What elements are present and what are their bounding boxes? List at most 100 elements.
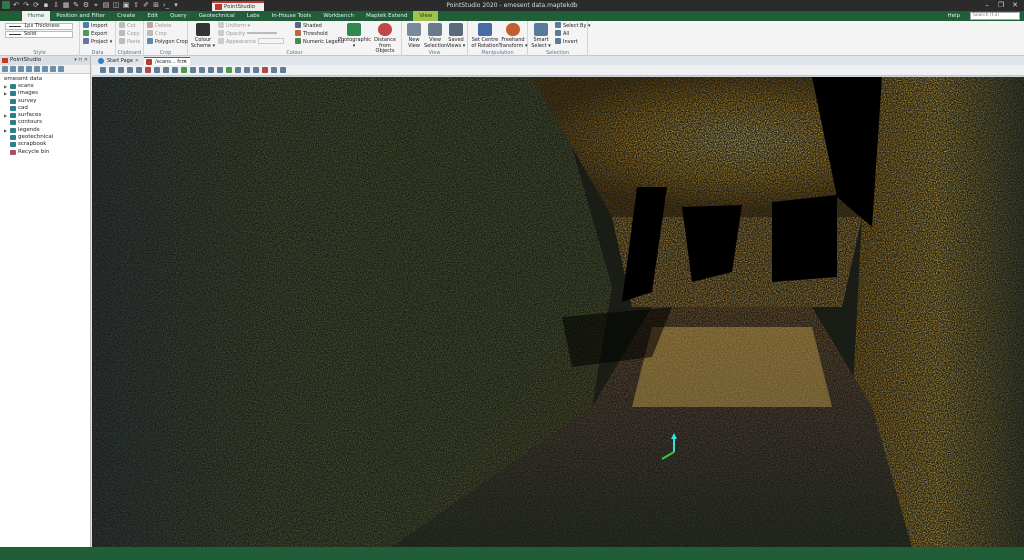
layers-icon[interactable]: ▣: [122, 1, 130, 9]
search-input[interactable]: Search (F3): [970, 12, 1020, 20]
close-button[interactable]: ✕: [1008, 0, 1022, 11]
select-by-button[interactable]: Select By ▾: [555, 22, 591, 30]
record-icon[interactable]: [262, 67, 268, 73]
chart-icon[interactable]: ▤: [102, 1, 110, 9]
navigate-icon[interactable]: [100, 67, 106, 73]
code-icon[interactable]: ›_: [162, 1, 170, 9]
zoom-icon[interactable]: [127, 67, 133, 73]
undo-icon[interactable]: ↶: [12, 1, 20, 9]
tab-view[interactable]: View: [413, 11, 439, 21]
tab-home[interactable]: Home: [22, 11, 51, 21]
3d-viewport[interactable]: [92, 77, 1024, 547]
appearance-select[interactable]: Appearance: [218, 38, 284, 46]
tree-item-legends[interactable]: ▶ legends: [0, 127, 90, 134]
saved-views-button[interactable]: Saved Views ▾: [445, 23, 467, 49]
view-front-icon[interactable]: [163, 67, 169, 73]
clip-icon[interactable]: [190, 67, 196, 73]
stop-icon[interactable]: [145, 67, 151, 73]
new-view-button[interactable]: New View: [403, 23, 425, 49]
filter-icon[interactable]: [2, 66, 8, 72]
export-icon[interactable]: ⇧: [132, 1, 140, 9]
tab-in-house-tools[interactable]: In-House Tools: [266, 11, 318, 21]
show-icon[interactable]: [42, 66, 48, 72]
redo-icon[interactable]: ↷: [22, 1, 30, 9]
freehand-transform-button[interactable]: Freehand Transform ▾: [498, 23, 528, 49]
refresh-icon[interactable]: [50, 66, 56, 72]
hide-icon[interactable]: [34, 66, 40, 72]
view-selection-button[interactable]: View Selection: [424, 23, 447, 49]
help-button[interactable]: Help: [947, 11, 960, 21]
zoom-extents-icon[interactable]: [136, 67, 142, 73]
colour-scheme-button[interactable]: Colour Scheme ▾: [190, 23, 216, 49]
close-tab-icon[interactable]: ✕: [183, 58, 187, 66]
tree-item-survey[interactable]: survey: [0, 98, 90, 105]
tools-icon[interactable]: ✎: [72, 1, 80, 9]
expand-icon[interactable]: [18, 66, 24, 72]
dropdown-chevron-icon[interactable]: ▾: [172, 1, 180, 9]
select-all-button[interactable]: All: [555, 30, 569, 38]
settings-icon[interactable]: ⚙: [82, 1, 90, 9]
tree-item-contours[interactable]: contours: [0, 119, 90, 126]
app-logo-icon[interactable]: [2, 1, 10, 9]
close-tab-icon[interactable]: ✕: [135, 57, 139, 65]
numeric-legend-button[interactable]: Numeric Legend: [295, 38, 344, 46]
tree-item-scans[interactable]: ▶ scans: [0, 83, 90, 90]
select-icon[interactable]: [10, 66, 16, 72]
scale-bar-icon[interactable]: [244, 67, 250, 73]
expand-arrow-icon[interactable]: ▶: [4, 112, 7, 119]
tab-labs[interactable]: Labs: [241, 11, 266, 21]
import-button[interactable]: Import: [83, 22, 108, 30]
capture-icon[interactable]: ◫: [112, 1, 120, 9]
set-centre-of-rotation-button[interactable]: Set Centre of Rotation: [470, 23, 500, 49]
panel-controls[interactable]: ▾ ⊓ ✕: [74, 56, 88, 65]
tab-query[interactable]: Query: [164, 11, 193, 21]
opacity-slider[interactable]: Opacity: [218, 30, 277, 38]
measure-icon[interactable]: [208, 67, 214, 73]
view-side-icon[interactable]: [172, 67, 178, 73]
delete-button[interactable]: Delete: [147, 22, 171, 30]
line-style-select[interactable]: Solid: [5, 31, 73, 38]
tab-position-and-filter[interactable]: Position and Filter: [50, 11, 111, 21]
tree-item-images[interactable]: ▶ images: [0, 90, 90, 97]
copy-button[interactable]: Copy: [119, 30, 140, 38]
expand-arrow-icon[interactable]: ▶: [4, 90, 7, 97]
fly-icon[interactable]: [280, 67, 286, 73]
photographic-button[interactable]: Photographic ▾: [338, 23, 371, 49]
maximize-button[interactable]: ❐: [994, 0, 1008, 11]
background-icon[interactable]: [253, 67, 259, 73]
perspective-icon[interactable]: [181, 67, 187, 73]
collapse-icon[interactable]: [26, 66, 32, 72]
expand-arrow-icon[interactable]: ▶: [4, 127, 7, 134]
minimize-button[interactable]: –: [980, 0, 994, 11]
tab-scan-view[interactable]: /scans... fcm ✕: [144, 57, 190, 65]
grid-icon[interactable]: [226, 67, 232, 73]
tree-item-geotechnical[interactable]: geotechnical: [0, 134, 90, 141]
pan-icon[interactable]: [118, 67, 124, 73]
measure-icon[interactable]: ⌖: [92, 1, 100, 9]
refresh-icon[interactable]: ⟳: [32, 1, 40, 9]
tree-item-recycle-bin[interactable]: Recycle bin: [0, 149, 90, 156]
smart-select-button[interactable]: Smart Select ▾: [529, 23, 553, 49]
arrange-icon[interactable]: ▦: [62, 1, 70, 9]
properties-icon[interactable]: [58, 66, 64, 72]
tab-start-page[interactable]: Start Page ✕: [96, 57, 142, 65]
project-button[interactable]: Project ▾: [83, 38, 112, 46]
save-icon[interactable]: ▪: [42, 1, 50, 9]
paste-button[interactable]: Paste: [119, 38, 141, 46]
axes-icon[interactable]: [235, 67, 241, 73]
expand-arrow-icon[interactable]: ▶: [4, 83, 7, 90]
polygon-crop-button[interactable]: Polygon Crop: [147, 38, 188, 46]
grid-icon[interactable]: ⊞: [152, 1, 160, 9]
tab-workbench[interactable]: Workbench: [317, 11, 360, 21]
threshold-button[interactable]: Threshold: [295, 30, 328, 38]
tab-geotechnical[interactable]: Geotechnical: [193, 11, 241, 21]
view-plan-icon[interactable]: [154, 67, 160, 73]
import-icon[interactable]: ⇩: [52, 1, 60, 9]
screenshot-icon[interactable]: [271, 67, 277, 73]
tree-item-surfaces[interactable]: ▶ surfaces: [0, 112, 90, 119]
invert-selection-button[interactable]: Invert: [555, 38, 578, 46]
shaded-toggle[interactable]: Shaded: [295, 22, 322, 30]
tab-maptek-extend[interactable]: Maptek Extend: [360, 11, 413, 21]
tree-item-cad[interactable]: cad: [0, 105, 90, 112]
draw-icon[interactable]: ✐: [142, 1, 150, 9]
